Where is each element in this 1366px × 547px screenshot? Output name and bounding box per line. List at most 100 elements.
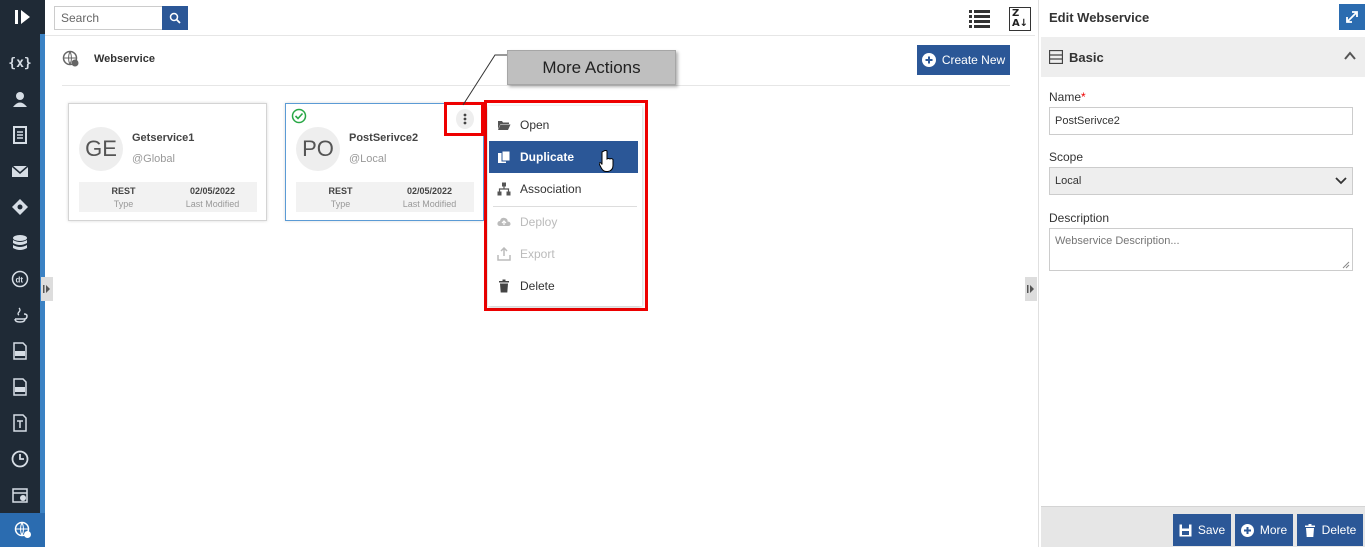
webservice-nav-icon[interactable] bbox=[0, 513, 45, 547]
menu-item-label: Export bbox=[520, 247, 555, 261]
csv-file-icon[interactable] bbox=[0, 369, 40, 405]
java-icon[interactable] bbox=[0, 297, 40, 333]
menu-item-label: Duplicate bbox=[520, 150, 575, 164]
left-panel-toggle[interactable] bbox=[41, 277, 53, 301]
menu-item-label: Open bbox=[520, 118, 550, 132]
page-header: Webservice bbox=[62, 50, 155, 68]
plus-circle-icon bbox=[1240, 523, 1254, 537]
card-modified-label: Last Modified bbox=[402, 198, 457, 209]
document-icon[interactable] bbox=[0, 117, 40, 153]
hand-cursor-icon bbox=[599, 150, 614, 172]
chevron-down-icon bbox=[1335, 177, 1347, 185]
search-button[interactable] bbox=[162, 6, 188, 30]
user-icon[interactable] bbox=[0, 81, 40, 117]
trash-icon bbox=[1304, 523, 1315, 537]
datatable-icon[interactable]: dt bbox=[0, 261, 40, 297]
menu-item-duplicate[interactable]: Duplicate bbox=[489, 141, 638, 173]
form-icon bbox=[1049, 50, 1063, 64]
expand-right-icon bbox=[1027, 285, 1034, 293]
sort-az-button[interactable]: Z A↓ bbox=[1009, 7, 1031, 31]
menu-item-delete[interactable]: Delete bbox=[489, 270, 638, 302]
more-actions-menu: Open Duplicate Association Deploy Export… bbox=[488, 106, 642, 306]
list-view-button[interactable] bbox=[968, 8, 992, 30]
delete-button[interactable]: Delete bbox=[1297, 514, 1363, 546]
mail-icon[interactable] bbox=[0, 153, 40, 189]
webservice-card-getservice1[interactable]: GE Getservice1 @Global REST Type 02/05/20… bbox=[68, 103, 267, 221]
topbar-divider bbox=[45, 35, 1035, 36]
selected-check-icon bbox=[291, 108, 307, 124]
scope-field-label: Scope bbox=[1049, 150, 1084, 164]
menu-item-label: Association bbox=[520, 182, 582, 196]
panel-title: Edit Webservice bbox=[1049, 10, 1150, 25]
sitemap-icon bbox=[497, 182, 511, 196]
expand-right-icon bbox=[43, 285, 50, 293]
search-icon bbox=[169, 12, 181, 24]
basic-section-header[interactable]: Basic bbox=[1041, 37, 1365, 77]
card-meta: REST Type 02/05/2022 Last Modified bbox=[296, 182, 474, 212]
card-scope: @Global bbox=[132, 153, 175, 165]
app-logo-icon[interactable] bbox=[0, 0, 45, 34]
description-field-label: Description bbox=[1049, 211, 1110, 225]
card-type-value: REST bbox=[328, 185, 353, 196]
edit-webservice-panel: Edit Webservice Basic Name* PostSerivce2… bbox=[1038, 0, 1366, 547]
description-textarea[interactable] bbox=[1049, 228, 1353, 271]
card-avatar: PO bbox=[296, 127, 340, 171]
copy-icon bbox=[498, 150, 511, 163]
scope-select[interactable]: Local bbox=[1049, 167, 1353, 195]
delete-label: Delete bbox=[1321, 523, 1357, 537]
scope-selected-value: Local bbox=[1055, 175, 1082, 187]
menu-item-deploy: Deploy bbox=[489, 206, 638, 238]
folder-open-icon bbox=[498, 121, 511, 130]
save-icon bbox=[1179, 524, 1192, 536]
card-name: Getservice1 bbox=[132, 132, 195, 144]
variables-icon[interactable]: {x} bbox=[0, 45, 40, 81]
card-modified-value: 02/05/2022 bbox=[406, 185, 453, 196]
maximize-panel-button[interactable] bbox=[1339, 4, 1365, 30]
name-label-text: Name bbox=[1049, 90, 1082, 104]
menu-item-label: Delete bbox=[520, 279, 555, 293]
create-new-label: Create New bbox=[941, 53, 1006, 67]
card-modified-value: 02/05/2022 bbox=[189, 185, 236, 196]
expand-arrows-icon bbox=[1346, 11, 1358, 23]
more-actions-callout: More Actions bbox=[507, 50, 676, 85]
page-title: Webservice bbox=[94, 53, 155, 65]
cloud-upload-icon bbox=[497, 217, 511, 226]
sort-az-icon: Z A↓ bbox=[1011, 8, 1029, 29]
resize-grip-icon[interactable] bbox=[1342, 261, 1350, 269]
export-icon bbox=[497, 247, 511, 261]
webservice-icon bbox=[62, 50, 79, 67]
search-input[interactable] bbox=[54, 6, 162, 30]
menu-item-association[interactable]: Association bbox=[489, 173, 638, 205]
scheduler-icon[interactable] bbox=[0, 477, 40, 513]
card-type-value: REST bbox=[111, 185, 136, 196]
decision-icon[interactable] bbox=[0, 189, 40, 225]
text-file-icon[interactable] bbox=[0, 405, 40, 441]
required-marker: * bbox=[1081, 90, 1086, 104]
card-type-label: Type bbox=[113, 198, 134, 209]
menu-item-export: Export bbox=[489, 238, 638, 270]
more-button[interactable]: More bbox=[1235, 514, 1293, 546]
right-panel-toggle[interactable] bbox=[1025, 277, 1037, 301]
header-divider bbox=[62, 85, 1010, 86]
panel-footer: Save More Delete bbox=[1041, 506, 1365, 547]
card-modified-label: Last Modified bbox=[185, 198, 240, 209]
card-type-label: Type bbox=[330, 198, 351, 209]
name-field-label: Name* bbox=[1049, 90, 1086, 104]
xml-file-icon[interactable] bbox=[0, 333, 40, 369]
trash-icon bbox=[499, 279, 509, 293]
clock-icon[interactable] bbox=[0, 441, 40, 477]
left-icon-rail: {x} dt bbox=[0, 0, 45, 547]
name-input[interactable]: PostSerivce2 bbox=[1049, 107, 1353, 135]
database-icon[interactable] bbox=[0, 225, 40, 261]
save-label: Save bbox=[1197, 523, 1226, 537]
svg-text:dt: dt bbox=[16, 276, 24, 285]
chevron-up-icon[interactable] bbox=[1343, 49, 1357, 63]
create-new-button[interactable]: Create New bbox=[917, 45, 1010, 75]
menu-item-label: Deploy bbox=[520, 215, 558, 229]
save-button[interactable]: Save bbox=[1173, 514, 1231, 546]
card-avatar: GE bbox=[79, 127, 123, 171]
card-name: PostSerivce2 bbox=[349, 132, 419, 144]
more-label: More bbox=[1259, 523, 1288, 537]
list-icon bbox=[969, 10, 990, 28]
menu-item-open[interactable]: Open bbox=[489, 109, 638, 141]
